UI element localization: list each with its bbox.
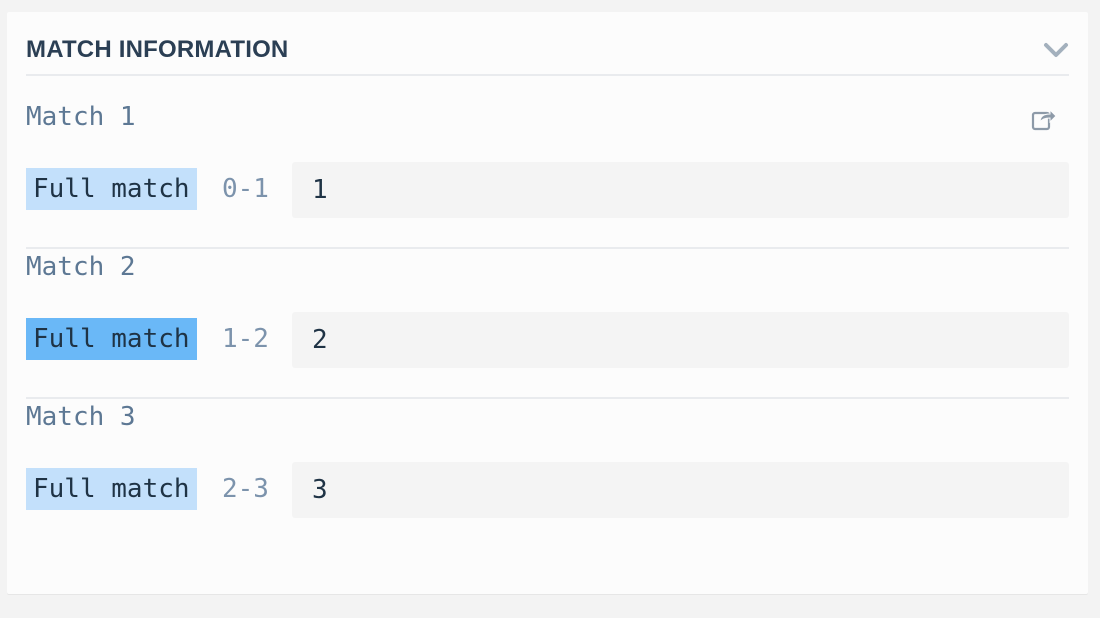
match-group-row: Full match 0-1 1 xyxy=(26,162,1069,218)
panel-title: MATCH INFORMATION xyxy=(26,36,289,63)
match-group-row: Full match 2-3 3 xyxy=(26,462,1069,518)
panel-header[interactable]: MATCH INFORMATION xyxy=(26,32,1069,76)
match-block-1: Match 1 Full match 0-1 1 xyxy=(26,97,1069,249)
group-label[interactable]: Full match xyxy=(26,318,197,360)
match-range: 1-2 xyxy=(222,324,269,354)
group-label[interactable]: Full match xyxy=(26,468,197,510)
match-value-box: 3 xyxy=(292,462,1069,518)
match-value: 2 xyxy=(312,325,328,355)
match-information-panel: MATCH INFORMATION Match 1 Full match 0-1… xyxy=(7,12,1088,594)
match-group-row: Full match 1-2 2 xyxy=(26,312,1069,368)
group-label[interactable]: Full match xyxy=(26,168,197,210)
match-title: Match 2 xyxy=(26,252,136,282)
match-value: 1 xyxy=(312,175,328,205)
match-title: Match 3 xyxy=(26,402,136,432)
share-icon[interactable] xyxy=(1031,107,1057,131)
match-block-2: Match 2 Full match 1-2 2 xyxy=(26,247,1069,399)
match-block-3: Match 3 Full match 2-3 3 xyxy=(26,397,1069,547)
chevron-down-icon[interactable] xyxy=(1043,40,1069,60)
match-value-box: 2 xyxy=(292,312,1069,368)
match-range: 2-3 xyxy=(222,474,269,504)
match-value-box: 1 xyxy=(292,162,1069,218)
match-range: 0-1 xyxy=(222,174,269,204)
match-value: 3 xyxy=(312,475,328,505)
match-title: Match 1 xyxy=(26,102,136,132)
